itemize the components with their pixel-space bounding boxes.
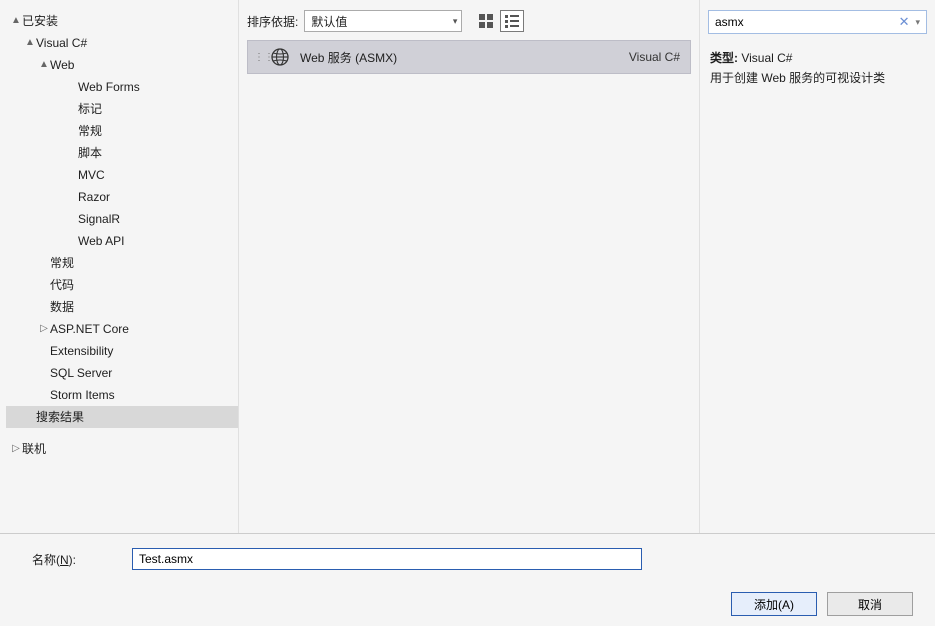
tree-label: 脚本 [78, 144, 102, 162]
type-row: 类型: Visual C# [710, 48, 925, 68]
tree-label: Extensibility [50, 342, 113, 360]
details-panel: ✕ ▾ 类型: Visual C# 用于创建 Web 服务的可视设计类 [700, 0, 935, 533]
clear-search-icon[interactable]: ✕ [895, 14, 914, 30]
toolbar: 排序依据: 默认值 ▾ [239, 0, 699, 40]
tree-label: SQL Server [50, 364, 112, 382]
tree-visual-csharp[interactable]: ▲ Visual C# [6, 32, 238, 54]
tree-label: Web API [78, 232, 124, 250]
template-panel: 排序依据: 默认值 ▾ ⋮⋮ [238, 0, 700, 533]
tree-label: Web Forms [78, 78, 140, 96]
collapse-icon: ▲ [24, 34, 36, 52]
collapse-icon: ▲ [10, 12, 22, 30]
tree-label: Storm Items [50, 386, 115, 404]
sort-dropdown[interactable]: 默认值 ▾ [304, 10, 462, 32]
tree-label: ASP.NET Core [50, 320, 129, 338]
template-name: Web 服务 (ASMX) [300, 49, 629, 66]
tree-web[interactable]: ▲ Web [6, 54, 238, 76]
footer: 名称(N): 添加(A) 取消 [0, 534, 935, 626]
collapse-icon: ▲ [38, 56, 50, 74]
tree-item[interactable]: Razor [6, 186, 238, 208]
type-value: Visual C# [741, 51, 792, 65]
tree-item[interactable]: SQL Server [6, 362, 238, 384]
tree-item[interactable]: 常规 [6, 120, 238, 142]
tree-label: Web [50, 56, 74, 74]
tree-label: 搜索结果 [36, 408, 84, 426]
tree-item[interactable]: 常规 [6, 252, 238, 274]
tree-item[interactable]: MVC [6, 164, 238, 186]
grid-icon [479, 14, 493, 28]
tree-label: Visual C# [36, 34, 87, 52]
chevron-down-icon[interactable]: ▾ [913, 17, 922, 28]
sort-label: 排序依据: [247, 13, 298, 30]
expand-icon: ▷ [10, 440, 22, 458]
tree-item[interactable]: 标记 [6, 98, 238, 120]
tree-item[interactable]: 数据 [6, 296, 238, 318]
template-list: ⋮⋮ Web 服务 (ASMX) Visual C# [239, 40, 699, 533]
tree-label: SignalR [78, 210, 120, 228]
name-label: 名称(N): [12, 551, 124, 568]
tree-online[interactable]: ▷ 联机 [6, 438, 238, 460]
template-lang: Visual C# [629, 50, 680, 64]
tree-label: 已安装 [22, 12, 58, 30]
chevron-down-icon: ▾ [453, 16, 458, 27]
description: 用于创建 Web 服务的可视设计类 [710, 68, 925, 88]
cancel-button[interactable]: 取消 [827, 592, 913, 616]
expand-icon: ▷ [38, 320, 50, 338]
search-input[interactable] [715, 15, 895, 29]
tree-label: 常规 [50, 254, 74, 272]
name-input[interactable] [132, 548, 642, 570]
template-item-web-service[interactable]: ⋮⋮ Web 服务 (ASMX) Visual C# [247, 40, 691, 74]
tree-item[interactable]: Web API [6, 230, 238, 252]
tree-installed[interactable]: ▲ 已安装 [6, 10, 238, 32]
list-icon [505, 15, 519, 27]
category-tree: ▲ 已安装 ▲ Visual C# ▲ Web Web Forms标记常规脚本M… [0, 0, 238, 533]
tree-item[interactable]: 代码 [6, 274, 238, 296]
tree-label: 标记 [78, 100, 102, 118]
tree-label: MVC [78, 166, 105, 184]
tree-item[interactable]: Storm Items [6, 384, 238, 406]
drag-handle-icon: ⋮⋮ [254, 52, 266, 63]
tree-item[interactable]: Extensibility [6, 340, 238, 362]
tree-label: 联机 [22, 440, 46, 458]
type-label: 类型: [710, 51, 738, 65]
tree-item[interactable]: SignalR [6, 208, 238, 230]
globe-icon [270, 47, 290, 67]
tree-search-results[interactable]: 搜索结果 [6, 406, 238, 428]
tree-label: Razor [78, 188, 110, 206]
tree-item[interactable]: Web Forms [6, 76, 238, 98]
tree-item[interactable]: 脚本 [6, 142, 238, 164]
tree-aspnet-core[interactable]: ▷ ASP.NET Core [6, 318, 238, 340]
tree-label: 常规 [78, 122, 102, 140]
view-grid-button[interactable] [474, 10, 498, 32]
add-button[interactable]: 添加(A) [731, 592, 817, 616]
tree-label: 代码 [50, 276, 74, 294]
view-list-button[interactable] [500, 10, 524, 32]
sort-value: 默认值 [311, 13, 347, 30]
tree-label: 数据 [50, 298, 74, 316]
search-box[interactable]: ✕ ▾ [708, 10, 927, 34]
